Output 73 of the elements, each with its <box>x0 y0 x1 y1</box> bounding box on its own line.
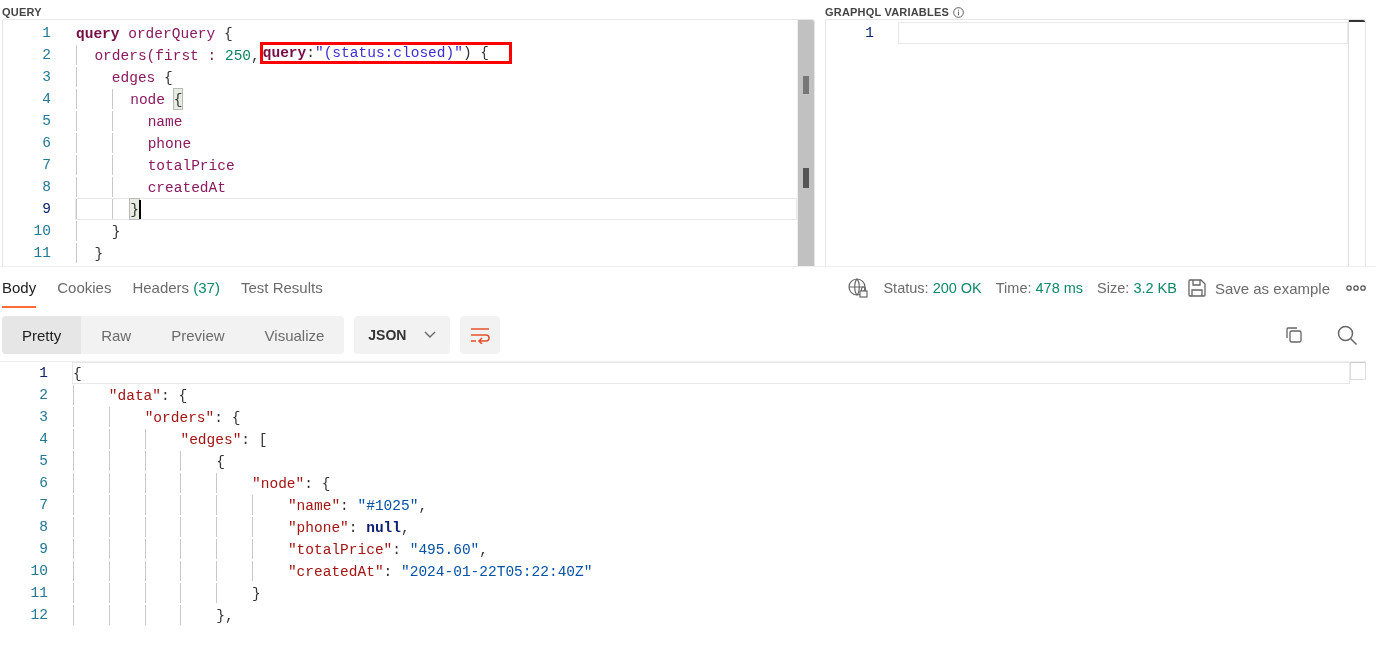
code-line: } <box>72 582 1350 604</box>
code-line: } <box>75 220 797 242</box>
line-number: 10 <box>32 222 51 241</box>
line-number: 7 <box>41 156 51 175</box>
line-number: 4 <box>41 90 51 109</box>
code-line: "createdAt": "2024-01-22T05:22:40Z" <box>72 560 1350 582</box>
save-as-example-button[interactable]: Save as example <box>1186 278 1330 298</box>
response-tab[interactable]: Headers (37) <box>132 268 220 308</box>
view-tab[interactable]: Preview <box>151 316 245 354</box>
code-line: "totalPrice": "495.60", <box>72 538 1350 560</box>
caret-icon <box>424 331 437 339</box>
line-number: 2 <box>38 386 48 405</box>
save-icon <box>1186 278 1207 298</box>
line-number: 1 <box>864 24 874 43</box>
line-number: 9 <box>41 200 51 219</box>
line-number: 11 <box>32 244 51 263</box>
code-line: "phone": null, <box>72 516 1350 538</box>
line-number: 6 <box>41 134 51 153</box>
wrap-lines-button[interactable] <box>460 316 501 354</box>
line-number: 7 <box>38 496 48 515</box>
line-number: 5 <box>41 112 51 131</box>
response-stat: Time: 478 ms <box>995 280 1084 296</box>
line-number: 10 <box>29 562 48 581</box>
code-line: orders(first : 250, query:"(status:closed)") { <box>75 44 797 66</box>
search-icon[interactable] <box>1336 324 1358 346</box>
line-number: 12 <box>29 606 48 625</box>
scrollbar[interactable] <box>1348 20 1365 266</box>
code-line: edges { <box>75 66 797 88</box>
line-number: 9 <box>38 540 48 559</box>
line-number: 1 <box>38 364 48 383</box>
annotation-highlight-box: query:"(status:closed)") { <box>259 42 512 64</box>
code-line: phone <box>75 132 797 154</box>
response-tab[interactable]: Body <box>2 268 37 308</box>
more-icon[interactable] <box>1346 285 1366 291</box>
line-number: 1 <box>41 24 51 43</box>
line-number: 4 <box>38 430 48 449</box>
response-stat: Status: 200 OK <box>883 280 982 296</box>
code-line: { <box>72 450 1350 472</box>
info-icon[interactable] <box>953 6 964 18</box>
format-dropdown[interactable]: JSON <box>354 316 451 354</box>
line-number: 2 <box>41 46 51 65</box>
code-line: "orders": { <box>72 406 1350 428</box>
view-tab[interactable]: Raw <box>81 316 152 354</box>
response-stat: Size: 3.2 KB <box>1097 280 1177 296</box>
line-number: 3 <box>41 68 51 87</box>
code-line: "name": "#1025", <box>72 494 1350 516</box>
copy-icon[interactable] <box>1284 325 1304 345</box>
panel-title: GRAPHQL VARIABLES <box>825 6 949 18</box>
line-number: 11 <box>29 584 48 603</box>
code-line: "data": { <box>72 384 1350 406</box>
code-line: createdAt <box>75 176 797 198</box>
code-line: } <box>75 242 797 264</box>
query-editor[interactable]: 1 query orderQuery { 2 orders(first : 250, query:"(status:closed)") { 3 edges { 4 node { 5 name 6 phone 7 totalPrice 8 createdAt 9 } 10 } 11 } <box>2 19 815 266</box>
code-line: "edges": [ <box>72 428 1350 450</box>
variables-editor[interactable]: 1 <box>825 19 1366 266</box>
code-line: }, <box>72 604 1350 626</box>
code-line: query orderQuery { <box>75 25 234 44</box>
code-line: "node": { <box>72 472 1350 494</box>
line-number: 3 <box>38 408 48 427</box>
code-line: name <box>75 110 797 132</box>
code-line: totalPrice <box>75 154 797 176</box>
globe-lock-icon[interactable] <box>847 277 870 299</box>
line-number: 8 <box>41 178 51 197</box>
panel-title: QUERY <box>2 5 43 19</box>
view-tab[interactable]: Pretty <box>2 316 82 354</box>
line-number: 5 <box>38 452 48 471</box>
code-line: node { <box>75 88 797 110</box>
response-tab[interactable]: Test Results <box>240 268 323 308</box>
line-number: 8 <box>38 518 48 537</box>
line-number: 6 <box>38 474 48 493</box>
view-tab[interactable]: Visualize <box>244 316 345 354</box>
scrollbar[interactable] <box>1350 362 1366 380</box>
response-tab[interactable]: Cookies <box>57 268 112 308</box>
